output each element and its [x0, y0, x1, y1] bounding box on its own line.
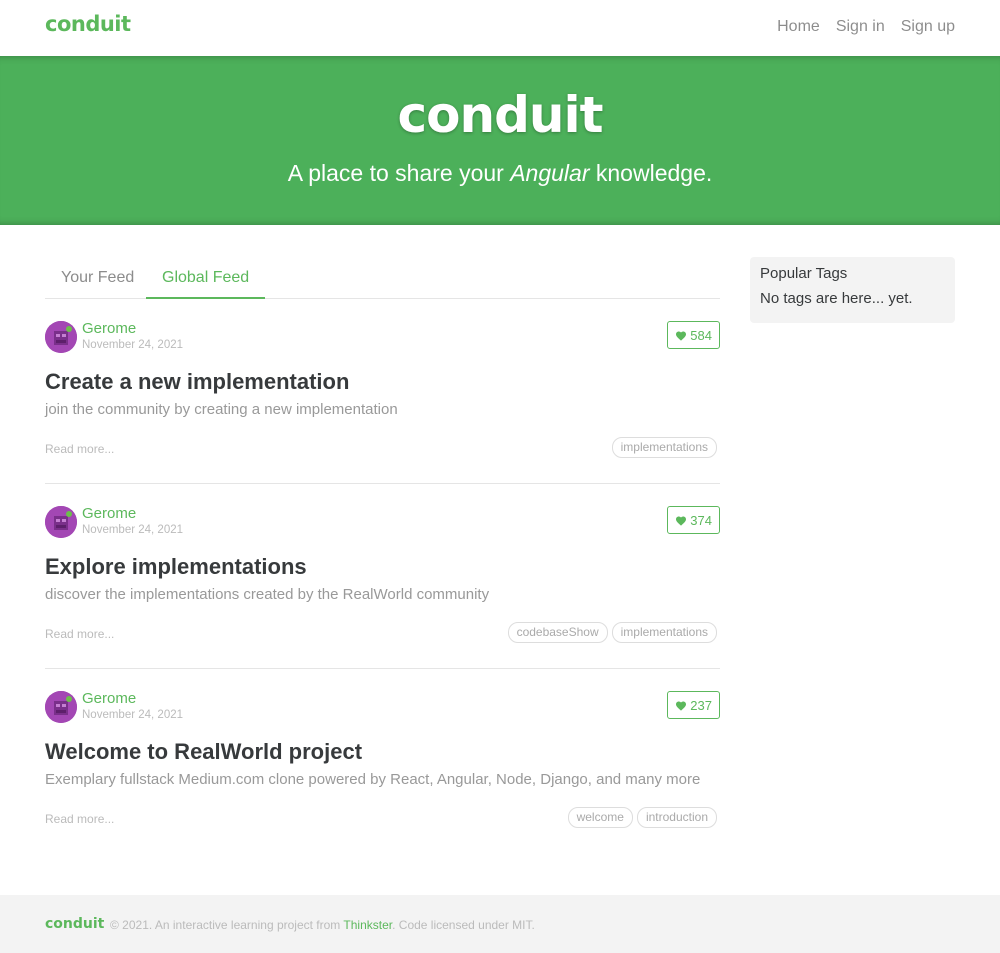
tag-list: codebaseShow implementations: [507, 622, 717, 643]
article-description: Exemplary fullstack Medium.com clone pow…: [45, 771, 701, 788]
nav-link-home[interactable]: Home: [777, 18, 820, 36]
footer-attribution: © 2021. An interactive learning project …: [110, 918, 535, 932]
footer-text-start: © 2021. An interactive learning project …: [110, 918, 344, 932]
thinkster-link[interactable]: Thinkster: [343, 918, 392, 932]
read-more-link[interactable]: Read more...: [45, 627, 114, 641]
tag-pill: welcome: [567, 807, 633, 828]
footer-text-end: . Code licensed under MIT.: [392, 918, 535, 932]
article-title[interactable]: Explore implementations: [45, 554, 307, 580]
footer: conduit © 2021. An interactive learning …: [0, 895, 1000, 953]
favorite-button[interactable]: 584: [667, 321, 720, 349]
tab-your-feed[interactable]: Your Feed: [45, 256, 150, 299]
favorite-count: 584: [690, 327, 712, 343]
tag-list: implementations: [611, 437, 717, 458]
tag-pill: introduction: [636, 807, 717, 828]
heart-icon: [676, 516, 687, 526]
navbar-brand-link[interactable]: conduit: [45, 12, 131, 36]
popular-tags-sidebar: Popular Tags No tags are here... yet.: [750, 257, 955, 323]
article-date: November 24, 2021: [82, 339, 184, 351]
tag-list: welcome introduction: [567, 807, 717, 828]
nav-link-sign-in[interactable]: Sign in: [836, 18, 885, 36]
author-avatar[interactable]: [45, 691, 77, 723]
avatar-image: [45, 691, 77, 723]
nav-links: Home Sign in Sign up: [777, 18, 955, 36]
banner-subtitle-start: A place to share your: [287, 160, 511, 186]
tag-pill: implementations: [611, 622, 717, 643]
sidebar-title: Popular Tags: [760, 265, 848, 282]
author-link[interactable]: Gerome: [82, 690, 136, 707]
read-more-link[interactable]: Read more...: [45, 442, 114, 456]
article-preview: Gerome November 24, 2021 584 Create a ne…: [45, 299, 720, 484]
avatar-image: [45, 321, 77, 353]
read-more-link[interactable]: Read more...: [45, 812, 114, 826]
nav-link-sign-up[interactable]: Sign up: [901, 18, 955, 36]
article-title[interactable]: Welcome to RealWorld project: [45, 739, 362, 765]
navbar: conduit Home Sign in Sign up: [0, 0, 1000, 56]
heart-icon: [676, 701, 687, 711]
article-title[interactable]: Create a new implementation: [45, 369, 349, 395]
banner-subtitle-end: knowledge.: [589, 160, 713, 186]
author-link[interactable]: Gerome: [82, 505, 136, 522]
avatar-image: [45, 506, 77, 538]
feed-tabs: Your Feed Global Feed: [45, 256, 720, 299]
banner-subtitle-emphasis: Angular: [510, 160, 590, 186]
article-preview: Gerome November 24, 2021 374 Explore imp…: [45, 484, 720, 669]
article-date: November 24, 2021: [82, 709, 184, 721]
favorite-count: 237: [690, 697, 712, 713]
favorite-button[interactable]: 237: [667, 691, 720, 719]
tag-pill: codebaseShow: [507, 622, 608, 643]
heart-icon: [676, 331, 687, 341]
footer-brand-link[interactable]: conduit: [45, 916, 104, 932]
tab-global-feed[interactable]: Global Feed: [146, 256, 266, 299]
banner-subtitle: A place to share your Angular knowledge.: [0, 160, 1000, 187]
author-avatar[interactable]: [45, 321, 77, 353]
author-link[interactable]: Gerome: [82, 320, 136, 337]
banner-title: conduit: [397, 86, 603, 144]
article-description: join the community by creating a new imp…: [45, 401, 398, 418]
favorite-count: 374: [690, 512, 712, 528]
author-avatar[interactable]: [45, 506, 77, 538]
hero-banner: conduit A place to share your Angular kn…: [0, 56, 1000, 225]
article-preview: Gerome November 24, 2021 237 Welcome to …: [45, 669, 720, 854]
favorite-button[interactable]: 374: [667, 506, 720, 534]
no-tags-message: No tags are here... yet.: [760, 290, 913, 307]
tag-pill: implementations: [611, 437, 717, 458]
article-date: November 24, 2021: [82, 524, 184, 536]
article-description: discover the implementations created by …: [45, 586, 490, 603]
